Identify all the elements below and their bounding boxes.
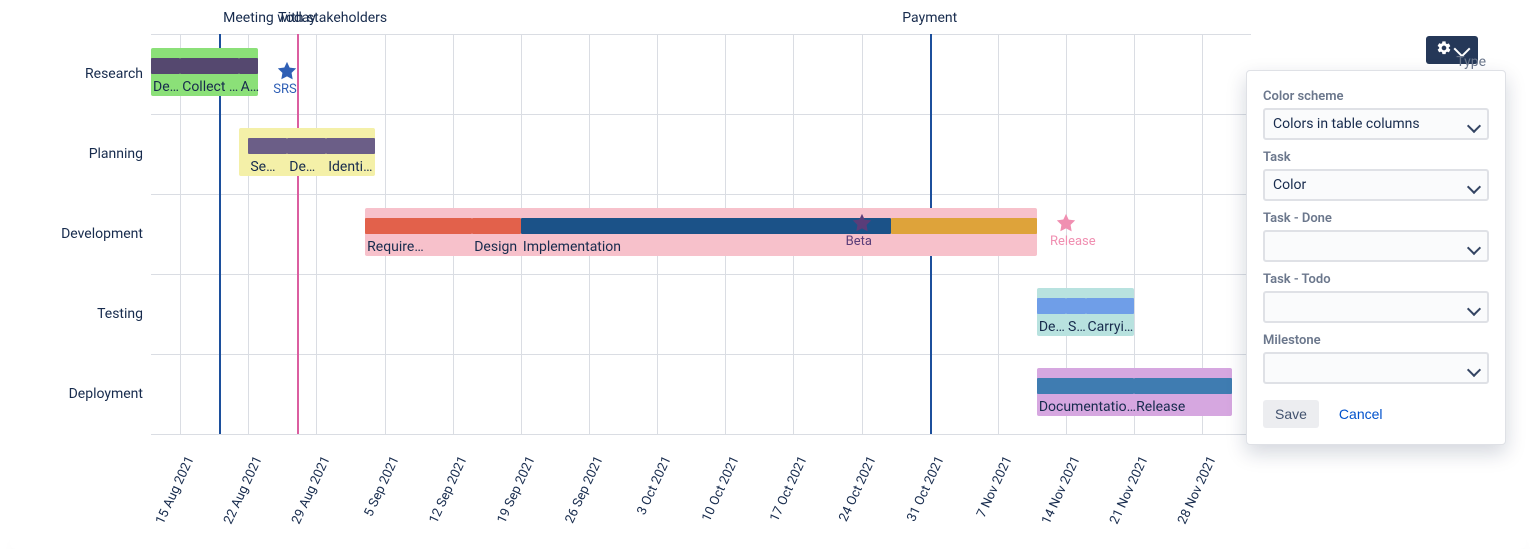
- gantt-subtask-label: Identif…: [326, 159, 377, 175]
- x-tick-label: 24 Oct 2021: [836, 454, 879, 524]
- task-done-label: Task - Done: [1263, 211, 1489, 226]
- grid-line-vertical: [316, 34, 317, 434]
- task-todo-select[interactable]: [1263, 291, 1489, 323]
- gantt-subtask-bar[interactable]: [1037, 378, 1134, 394]
- x-tick-label: 12 Sep 2021: [426, 454, 470, 526]
- task-value: Color: [1273, 177, 1306, 193]
- gantt-subtask-bar[interactable]: [1086, 298, 1135, 314]
- milestone-label-srs: SRS: [273, 82, 296, 97]
- popover-actions: Save Cancel: [1263, 400, 1489, 428]
- gantt-subtask-bar[interactable]: [287, 138, 326, 154]
- gantt-row-label: Planning: [16, 114, 151, 194]
- chevron-down-icon: [1467, 241, 1481, 255]
- marker-label-payment: Payment: [902, 10, 957, 26]
- gantt-subtask-label: Documentatio…: [1037, 399, 1136, 415]
- cancel-button[interactable]: Cancel: [1335, 400, 1387, 428]
- color-scheme-value: Colors in table columns: [1273, 116, 1420, 132]
- gantt-subtask-label: Collect …: [180, 79, 240, 95]
- color-settings-popover: Color scheme Colors in table columns Tas…: [1246, 70, 1506, 445]
- gantt-subtask-label: Release: [1134, 399, 1233, 415]
- gantt-subtask-label: S…: [1066, 319, 1087, 335]
- marker-label-today: Today: [278, 10, 316, 26]
- x-tick-label: 22 Aug 2021: [221, 454, 266, 527]
- milestone-label-beta: Beta: [846, 234, 872, 249]
- gantt-row-label: Testing: [16, 274, 151, 354]
- x-tick-label: 3 Oct 2021: [635, 454, 675, 517]
- marker-line-today: [297, 34, 299, 434]
- gantt-group-planning[interactable]: Se…De…Identif…: [239, 128, 375, 176]
- x-tick-label: 5 Sep 2021: [361, 454, 402, 519]
- chevron-down-icon: [1467, 180, 1481, 194]
- gantt-group-development[interactable]: Require…DesignImplementation: [365, 208, 1037, 256]
- gantt-subtask-label: De…: [287, 159, 328, 175]
- x-tick-label: 26 Sep 2021: [563, 454, 607, 526]
- milestone-label: Milestone: [1263, 333, 1489, 348]
- popover-behind-label: Type: [1456, 54, 1486, 70]
- milestone-select[interactable]: [1263, 352, 1489, 384]
- gantt-subtask-label: A…: [239, 79, 260, 95]
- save-button[interactable]: Save: [1263, 400, 1319, 428]
- marker-labels-row: Meeting with stakeholdersTodayPayment: [151, 10, 1251, 34]
- gantt-subtask-label: De…: [1037, 319, 1068, 335]
- gantt-group-research[interactable]: De…Collect …A…: [151, 48, 258, 96]
- task-select[interactable]: Color: [1263, 169, 1489, 201]
- x-tick-label: 15 Aug 2021: [153, 454, 198, 527]
- gantt-row-label: Deployment: [16, 354, 151, 434]
- color-scheme-select[interactable]: Colors in table columns: [1263, 108, 1489, 140]
- x-tick-label: 29 Aug 2021: [290, 454, 335, 527]
- gantt-subtask-bar[interactable]: [180, 58, 238, 74]
- x-tick-label: 10 Oct 2021: [700, 454, 743, 524]
- task-label: Task: [1263, 150, 1489, 165]
- gantt-subtask-bar[interactable]: [326, 138, 375, 154]
- milestone-star-srs[interactable]: [276, 60, 298, 82]
- x-tick-label: 7 Nov 2021: [974, 454, 1015, 520]
- gantt-plot-area[interactable]: De…Collect …A…Se…De…Identif…Require…Desi…: [151, 34, 1251, 434]
- gantt-subtask-bar[interactable]: [1037, 298, 1066, 314]
- grid-line-horizontal: [151, 434, 1251, 435]
- gantt-group-testing[interactable]: De…S…Carryi…: [1037, 288, 1134, 336]
- x-tick-label: 28 Nov 2021: [1175, 454, 1220, 527]
- gantt-subtask-bar[interactable]: [365, 218, 472, 234]
- gantt-row-label: Development: [16, 194, 151, 274]
- gantt-subtask-bar[interactable]: [151, 58, 180, 74]
- gantt-subtask-bar[interactable]: [472, 218, 521, 234]
- x-tick-label: 14 Nov 2021: [1039, 454, 1084, 527]
- gantt-row-label: Research: [16, 34, 151, 114]
- gantt-subtask-bar[interactable]: [1134, 378, 1231, 394]
- gantt-subtask-bar[interactable]: [248, 138, 287, 154]
- task-done-select[interactable]: [1263, 230, 1489, 262]
- page-root: Meeting with stakeholdersTodayPayment Re…: [0, 0, 1536, 549]
- gantt-subtask-label: Implementation: [521, 239, 893, 255]
- x-tick-label: 31 Oct 2021: [904, 454, 947, 524]
- gantt-row-labels: ResearchPlanningDevelopmentTestingDeploy…: [16, 34, 151, 434]
- gear-icon: [1436, 40, 1452, 60]
- x-tick-label: 17 Oct 2021: [768, 454, 811, 524]
- gantt-subtask-bar[interactable]: [891, 218, 1037, 234]
- gantt-x-axis: 15 Aug 2021 22 Aug 2021 29 Aug 2021 5 Sep 2…: [151, 434, 1251, 534]
- milestone-label-release: Release: [1050, 234, 1096, 249]
- color-scheme-label: Color scheme: [1263, 89, 1489, 104]
- x-tick-label: 19 Sep 2021: [494, 454, 538, 526]
- page-shadow: [10, 523, 1526, 549]
- gantt-subtask-label: Design: [472, 239, 523, 255]
- x-tick-label: 21 Nov 2021: [1107, 454, 1152, 527]
- gantt-group-deployment[interactable]: Documentatio…Release: [1037, 368, 1232, 416]
- chevron-down-icon: [1467, 363, 1481, 377]
- gantt-subtask-bar[interactable]: [239, 58, 258, 74]
- gantt-subtask-label: Require…: [365, 239, 474, 255]
- gantt-subtask-label: De…: [151, 79, 182, 95]
- gantt-subtask-bar[interactable]: [1066, 298, 1085, 314]
- gantt-subtask-bar[interactable]: [521, 218, 891, 234]
- task-todo-label: Task - Todo: [1263, 272, 1489, 287]
- gantt-subtask-label: Carryi…: [1086, 319, 1137, 335]
- chevron-down-icon: [1467, 119, 1481, 133]
- chevron-down-icon: [1467, 302, 1481, 316]
- gantt-subtask-label: Se…: [248, 159, 289, 175]
